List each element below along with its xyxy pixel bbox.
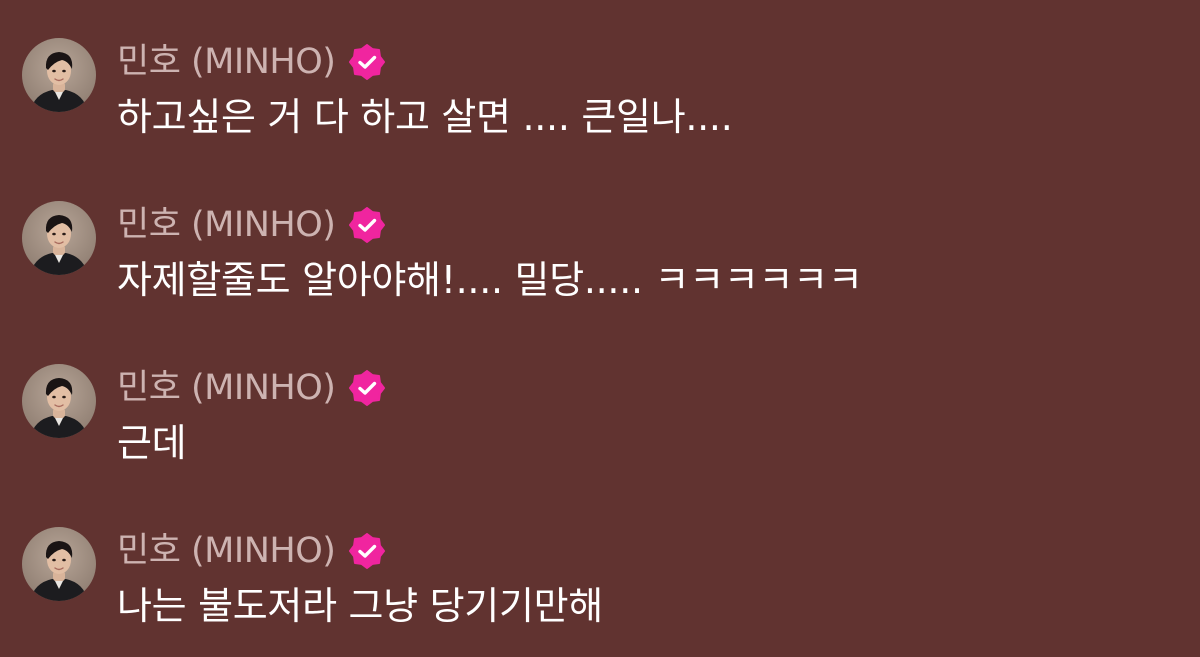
avatar[interactable] xyxy=(22,364,96,438)
chat-message: 민호 (MINHO) 자제할줄도 알아야해!.... 밀당..... ㅋㅋㅋㅋㅋ… xyxy=(0,201,1200,331)
sender-row: 민호 (MINHO) xyxy=(117,364,386,412)
avatar[interactable] xyxy=(22,201,96,275)
avatar[interactable] xyxy=(22,38,96,112)
chat-message: 민호 (MINHO) 나는 불도저라 그냥 당기기만해 xyxy=(0,527,1200,657)
avatar[interactable] xyxy=(22,527,96,601)
verified-badge-icon xyxy=(349,207,386,243)
message-text: 하고싶은 거 다 하고 살면 .... 큰일나.... xyxy=(117,95,733,139)
sender-name[interactable]: 민호 (MINHO) xyxy=(117,527,336,575)
sender-row: 민호 (MINHO) xyxy=(117,527,386,575)
verified-badge-icon xyxy=(349,533,386,569)
chat-message: 민호 (MINHO) 하고싶은 거 다 하고 살면 .... 큰일나.... xyxy=(0,38,1200,168)
sender-name[interactable]: 민호 (MINHO) xyxy=(117,201,336,249)
chat-message: 민호 (MINHO) 근데 xyxy=(0,364,1200,494)
chat-message-list: 민호 (MINHO) 하고싶은 거 다 하고 살면 .... 큰일나.... 민… xyxy=(0,0,1200,652)
sender-row: 민호 (MINHO) xyxy=(117,201,386,249)
message-text: 나는 불도저라 그냥 당기기만해 xyxy=(117,584,603,628)
verified-badge-icon xyxy=(349,370,386,406)
sender-row: 민호 (MINHO) xyxy=(117,38,386,86)
sender-name[interactable]: 민호 (MINHO) xyxy=(117,38,336,86)
verified-badge-icon xyxy=(349,44,386,80)
message-text: 근데 xyxy=(117,421,187,465)
message-text: 자제할줄도 알아야해!.... 밀당..... ㅋㅋㅋㅋㅋㅋ xyxy=(117,258,863,302)
sender-name[interactable]: 민호 (MINHO) xyxy=(117,364,336,412)
